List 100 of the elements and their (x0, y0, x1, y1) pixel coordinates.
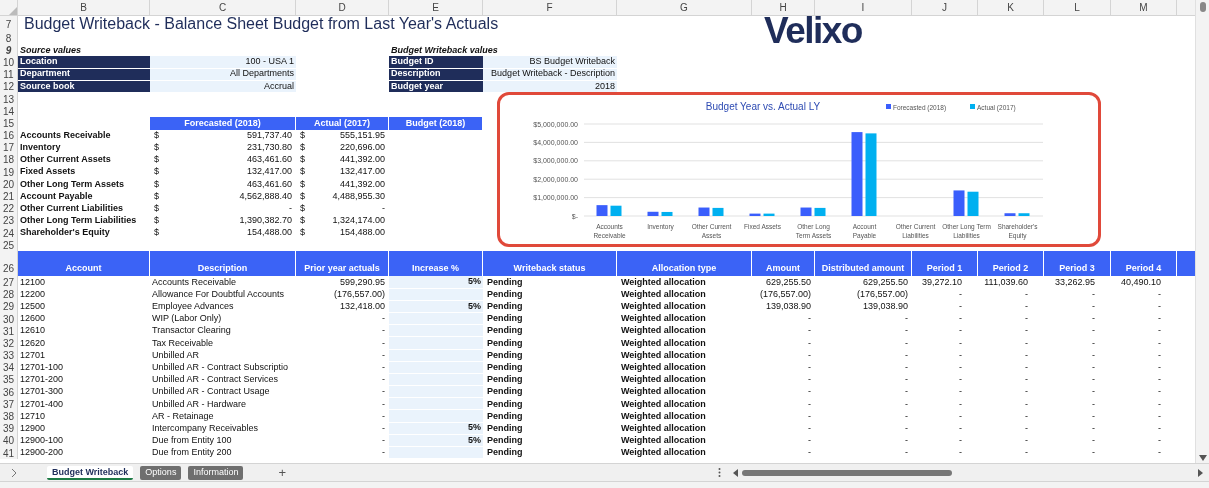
bar (814, 207, 826, 216)
sheet-tab[interactable]: Options (140, 465, 182, 480)
table-cell-text: - (904, 422, 909, 435)
table-cell-text: - (958, 410, 963, 423)
table-cell: 1,390,382.70 (239, 214, 292, 228)
table-cell-text: - (289, 201, 292, 215)
row-number: 38 (0, 410, 18, 423)
column-header: Period 1 (912, 251, 978, 277)
table-cell-text: 12900 (19, 422, 47, 435)
column-header: Forecasted (2018) (150, 117, 296, 130)
currency-symbol: $ (154, 214, 159, 228)
row-number: 10 (0, 56, 18, 69)
table-cell-text: - (904, 434, 909, 447)
row-number: 7 (0, 16, 18, 32)
more-options-icon[interactable] (718, 468, 721, 477)
table-cell-text: - (1024, 337, 1029, 350)
table-cell-text: - (1091, 325, 1096, 338)
column-header: Writeback status (483, 251, 617, 277)
table-cell-text: AR - Retainage (151, 410, 215, 423)
scrollbar-thumb[interactable] (1199, 2, 1206, 12)
table-cell-text: Tax Receivable (151, 337, 215, 350)
field-label: Location (18, 56, 150, 69)
table-cell-text: Weighted allocation (620, 288, 707, 301)
table-cell-text: - (1024, 300, 1029, 313)
table-cell: 441,392.00 (339, 153, 385, 167)
table-cell-text: - (807, 349, 812, 362)
table-cell-text: 4,562,888.40 (239, 189, 292, 203)
row-number: 32 (0, 337, 18, 350)
table-cell-text: Pending (486, 386, 524, 399)
table-cell-text: Weighted allocation (620, 422, 707, 435)
table-cell-text: Intercompany Receivables (151, 422, 260, 435)
table-cell-text: Weighted allocation (620, 410, 707, 423)
row-number: 14 (0, 105, 18, 118)
sheet-tab[interactable]: Budget Writeback (47, 465, 134, 480)
table-cell-text: - (958, 349, 963, 362)
logo: Velixo (764, 12, 862, 49)
table-cell-text: - (381, 312, 386, 326)
table-cell-text: Accounts Receivable (151, 276, 238, 289)
chevron-right-icon[interactable] (11, 468, 17, 477)
table-cell-text: Employee Advances (151, 300, 235, 313)
table-cell-text: 629,255.50 (764, 276, 812, 289)
table-cell-text: - (1157, 398, 1162, 411)
table-cell: 1,324,174.00 (332, 214, 385, 228)
table-cell-text: - (1091, 373, 1096, 387)
add-sheet-button[interactable]: + (278, 466, 286, 479)
column-header: Account (18, 251, 150, 277)
table-cell-text: Weighted allocation (620, 447, 707, 460)
table-cell-text: - (807, 398, 812, 411)
column-header: Amount (752, 251, 815, 277)
column-header: Allocation type (617, 251, 752, 277)
table-cell-text: Pending (486, 373, 524, 387)
table-cell-text: - (958, 300, 963, 313)
column-letter: H (752, 0, 815, 15)
table-cell-text: Pending (486, 422, 524, 435)
table-cell-text: - (381, 337, 386, 350)
column-header: Budget (2018) (389, 117, 483, 130)
scroll-down-icon[interactable] (1198, 455, 1207, 461)
row-label: Accounts Receivable (19, 129, 112, 142)
table-cell-text: 12200 (19, 288, 47, 301)
table-cell-text: - (1091, 386, 1096, 399)
sheet-tab[interactable]: Information (188, 465, 244, 480)
table-cell-text: Due from Entity 200 (151, 447, 233, 460)
table-cell-text: Unbilled AR - Contract Subscriptio (151, 361, 290, 374)
currency-symbol: $ (154, 189, 159, 203)
table-cell-text: 12710 (19, 410, 47, 423)
table-cell-text: 12701-400 (19, 398, 65, 411)
table-cell-text: - (958, 312, 963, 326)
table-cell-text: - (1091, 300, 1096, 313)
table-cell-text: (176,557.00) (758, 288, 812, 301)
table-cell-text: - (1024, 386, 1029, 399)
table-cell-text: - (1091, 398, 1096, 411)
table-cell-text: - (904, 325, 909, 338)
table-cell-text: 33,262.95 (1053, 276, 1096, 289)
sheet-title: Budget Writeback - Balance Sheet Budget from Last Year's Actuals (23, 16, 499, 32)
table-cell-text: - (904, 398, 909, 411)
table-cell-text: 12600 (19, 312, 47, 326)
input-field[interactable]: 100 - USA 1 (150, 56, 296, 69)
bar (647, 211, 659, 216)
horizontal-scrollbar[interactable] (733, 467, 1203, 478)
vertical-scrollbar[interactable] (1195, 0, 1209, 463)
table-cell-text: 12500 (19, 300, 47, 313)
table-cell-text: - (807, 386, 812, 399)
table-cell-text: - (958, 434, 963, 447)
input-field[interactable]: 5% (389, 276, 483, 289)
table-cell-text: - (1091, 410, 1096, 423)
table-cell-text: - (958, 422, 963, 435)
table-cell-text: - (1024, 434, 1029, 447)
table-cell-text: (176,557.00) (855, 288, 909, 301)
table-cell-text: - (1024, 398, 1029, 411)
table-cell: 231,730.80 (246, 141, 292, 155)
table-cell-text: - (381, 386, 386, 399)
row-number: 36 (0, 386, 18, 399)
table-cell-text: Weighted allocation (620, 386, 707, 399)
bar (596, 205, 608, 216)
table-cell-text: - (1024, 422, 1029, 435)
input-field[interactable]: BS Budget Writeback (483, 56, 617, 69)
table-cell-text: - (1157, 410, 1162, 423)
table-cell-text: 441,392.00 (339, 177, 385, 191)
section-heading: Source values (20, 44, 82, 55)
column-header: Period 3 (1044, 251, 1111, 277)
